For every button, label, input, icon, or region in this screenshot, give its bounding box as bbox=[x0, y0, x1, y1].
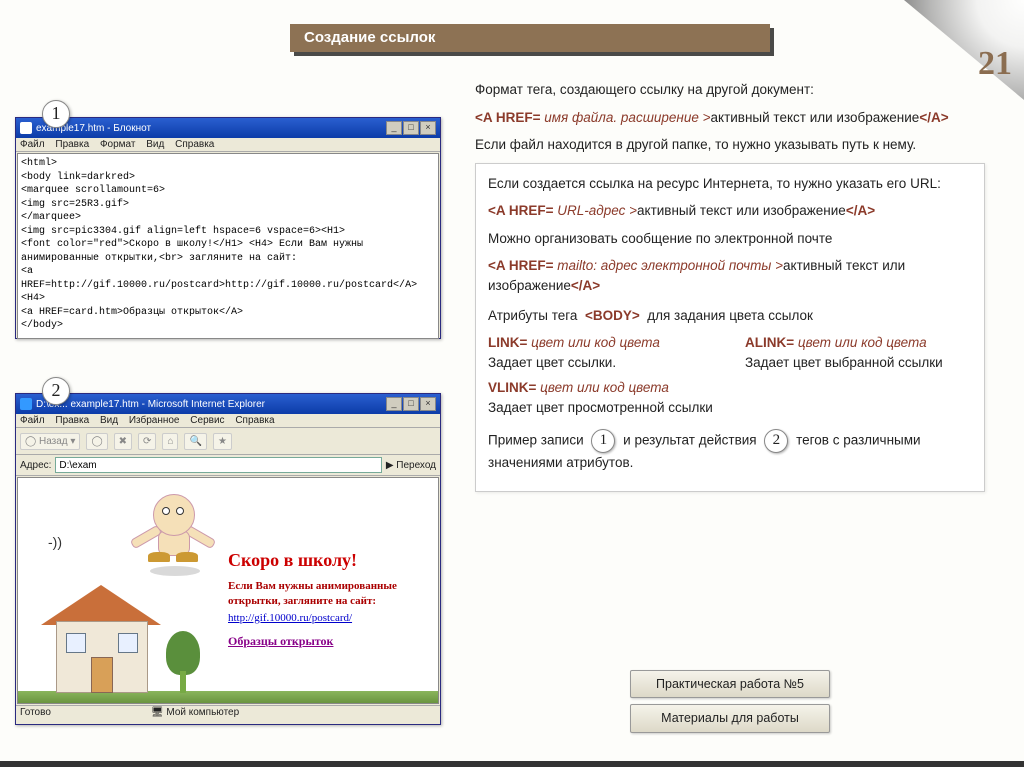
ie-menu: Файл Правка Вид Избранное Сервис Справка bbox=[16, 414, 440, 428]
menu-view[interactable]: Вид bbox=[146, 139, 164, 150]
samples-link[interactable]: Образцы открыток bbox=[228, 634, 428, 649]
notepad-menu: Файл Правка Формат Вид Справка bbox=[16, 138, 440, 152]
slide-title: Создание ссылок bbox=[290, 24, 770, 52]
page-para: Если Вам нужны анимированные открытки, з… bbox=[228, 579, 428, 610]
menu-help[interactable]: Справка bbox=[175, 139, 214, 150]
mailto-note: Можно организовать сообщение по электрон… bbox=[488, 229, 972, 249]
notepad-body[interactable]: <html> <body link=darkred> <marquee scro… bbox=[17, 153, 439, 339]
ie-page-text: Скоро в школу! Если Вам нужны анимирован… bbox=[228, 550, 428, 649]
maximize-button[interactable]: □ bbox=[403, 397, 419, 411]
favorites-button[interactable]: ★ bbox=[213, 433, 232, 450]
url-note: Если создается ссылка на ресурс Интернет… bbox=[488, 174, 972, 194]
menu-view[interactable]: Вид bbox=[100, 415, 118, 426]
vlink-attr: VLINK= цвет или код цвета Задает цвет пр… bbox=[488, 378, 972, 417]
page-number: 21 bbox=[978, 45, 1012, 83]
ie-status-bar: Готово 🖥 Мой компьютер bbox=[16, 705, 440, 719]
menu-file[interactable]: Файл bbox=[20, 415, 45, 426]
search-button[interactable]: 🔍 bbox=[184, 433, 206, 450]
bottom-edge bbox=[0, 761, 1024, 767]
status-ready: Готово bbox=[20, 707, 51, 718]
badge-one: 1 bbox=[42, 100, 70, 128]
ie-content: -)) Скоро в школу! Если Вам нужны анимир… bbox=[17, 477, 439, 704]
inline-badge-one: 1 bbox=[591, 429, 615, 453]
house-illustration bbox=[36, 575, 216, 693]
window-buttons: _ □ × bbox=[386, 397, 436, 411]
menu-edit[interactable]: Правка bbox=[55, 139, 89, 150]
notepad-titlebar: example17.htm - Блокнот _ □ × bbox=[16, 118, 440, 138]
slide-title-text: Создание ссылок bbox=[290, 24, 770, 52]
refresh-button[interactable]: ⟳ bbox=[138, 433, 156, 450]
home-button[interactable]: ⌂ bbox=[162, 433, 178, 450]
forward-button[interactable]: ◯ bbox=[86, 433, 107, 450]
info-box: Если создается ссылка на ресурс Интернет… bbox=[475, 163, 985, 492]
inline-badge-two: 2 bbox=[764, 429, 788, 453]
ie-address-bar: Адрес: ▶ Переход bbox=[16, 455, 440, 476]
ie-window: D:\ex... example17.htm - Microsoft Inter… bbox=[15, 393, 441, 725]
notepad-window: example17.htm - Блокнот _ □ × Файл Правк… bbox=[15, 117, 441, 339]
stop-button[interactable]: ✖ bbox=[114, 433, 132, 450]
bird-icon: -)) bbox=[48, 534, 62, 550]
example-sentence: Пример записи 1 и результат действия 2 т… bbox=[488, 429, 972, 473]
link-attr: LINK= цвет или код цвета Задает цвет ссы… bbox=[488, 333, 715, 372]
menu-edit[interactable]: Правка bbox=[55, 415, 89, 426]
status-zone: 🖥 Мой компьютер bbox=[151, 707, 239, 718]
format-3: <A HREF= mailto: адрес электронной почты… bbox=[488, 256, 972, 295]
notepad-icon bbox=[20, 122, 32, 134]
intro-para: Формат тега, создающего ссылку на другой… bbox=[475, 80, 985, 100]
alink-attr: ALINK= цвет или код цвета Задает цвет вы… bbox=[745, 333, 972, 372]
addr-input[interactable] bbox=[55, 457, 381, 473]
format-2: <A HREF= URL-адрес >активный текст или и… bbox=[488, 201, 972, 221]
format-1: <A HREF= имя файла. расширение >активный… bbox=[475, 108, 985, 128]
menu-file[interactable]: Файл bbox=[20, 139, 45, 150]
window-buttons: _ □ × bbox=[386, 121, 436, 135]
postcard-link[interactable]: http://gif.10000.ru/postcard/ bbox=[228, 612, 428, 624]
addr-label: Адрес: bbox=[20, 460, 51, 471]
close-button[interactable]: × bbox=[420, 121, 436, 135]
badge-two: 2 bbox=[42, 377, 70, 405]
cartoon-character bbox=[128, 486, 218, 576]
nav-buttons: Практическая работа №5 Материалы для раб… bbox=[630, 670, 830, 739]
page-heading: Скоро в школу! bbox=[228, 550, 428, 571]
body-attrs-heading: Атрибуты тега <BODY> для задания цвета с… bbox=[488, 306, 972, 326]
menu-tools[interactable]: Сервис bbox=[190, 415, 224, 426]
ie-icon bbox=[20, 398, 32, 410]
maximize-button[interactable]: □ bbox=[403, 121, 419, 135]
ie-toolbar: ◯ Назад ▾ ◯ ✖ ⟳ ⌂ 🔍 ★ bbox=[16, 428, 440, 455]
practical-work-button[interactable]: Практическая работа №5 bbox=[630, 670, 830, 698]
minimize-button[interactable]: _ bbox=[386, 121, 402, 135]
ie-titlebar: D:\ex... example17.htm - Microsoft Inter… bbox=[16, 394, 440, 414]
close-button[interactable]: × bbox=[420, 397, 436, 411]
menu-format[interactable]: Формат bbox=[100, 139, 136, 150]
menu-fav[interactable]: Избранное bbox=[129, 415, 180, 426]
go-button[interactable]: ▶ Переход bbox=[386, 460, 436, 471]
back-button[interactable]: ◯ Назад ▾ bbox=[20, 433, 80, 450]
materials-button[interactable]: Материалы для работы bbox=[630, 704, 830, 732]
explanation-text: Формат тега, создающего ссылку на другой… bbox=[475, 80, 985, 492]
minimize-button[interactable]: _ bbox=[386, 397, 402, 411]
menu-help[interactable]: Справка bbox=[235, 415, 274, 426]
ie-title-text: D:\ex... example17.htm - Microsoft Inter… bbox=[36, 399, 265, 410]
path-note: Если файл находится в другой папке, то н… bbox=[475, 135, 985, 155]
